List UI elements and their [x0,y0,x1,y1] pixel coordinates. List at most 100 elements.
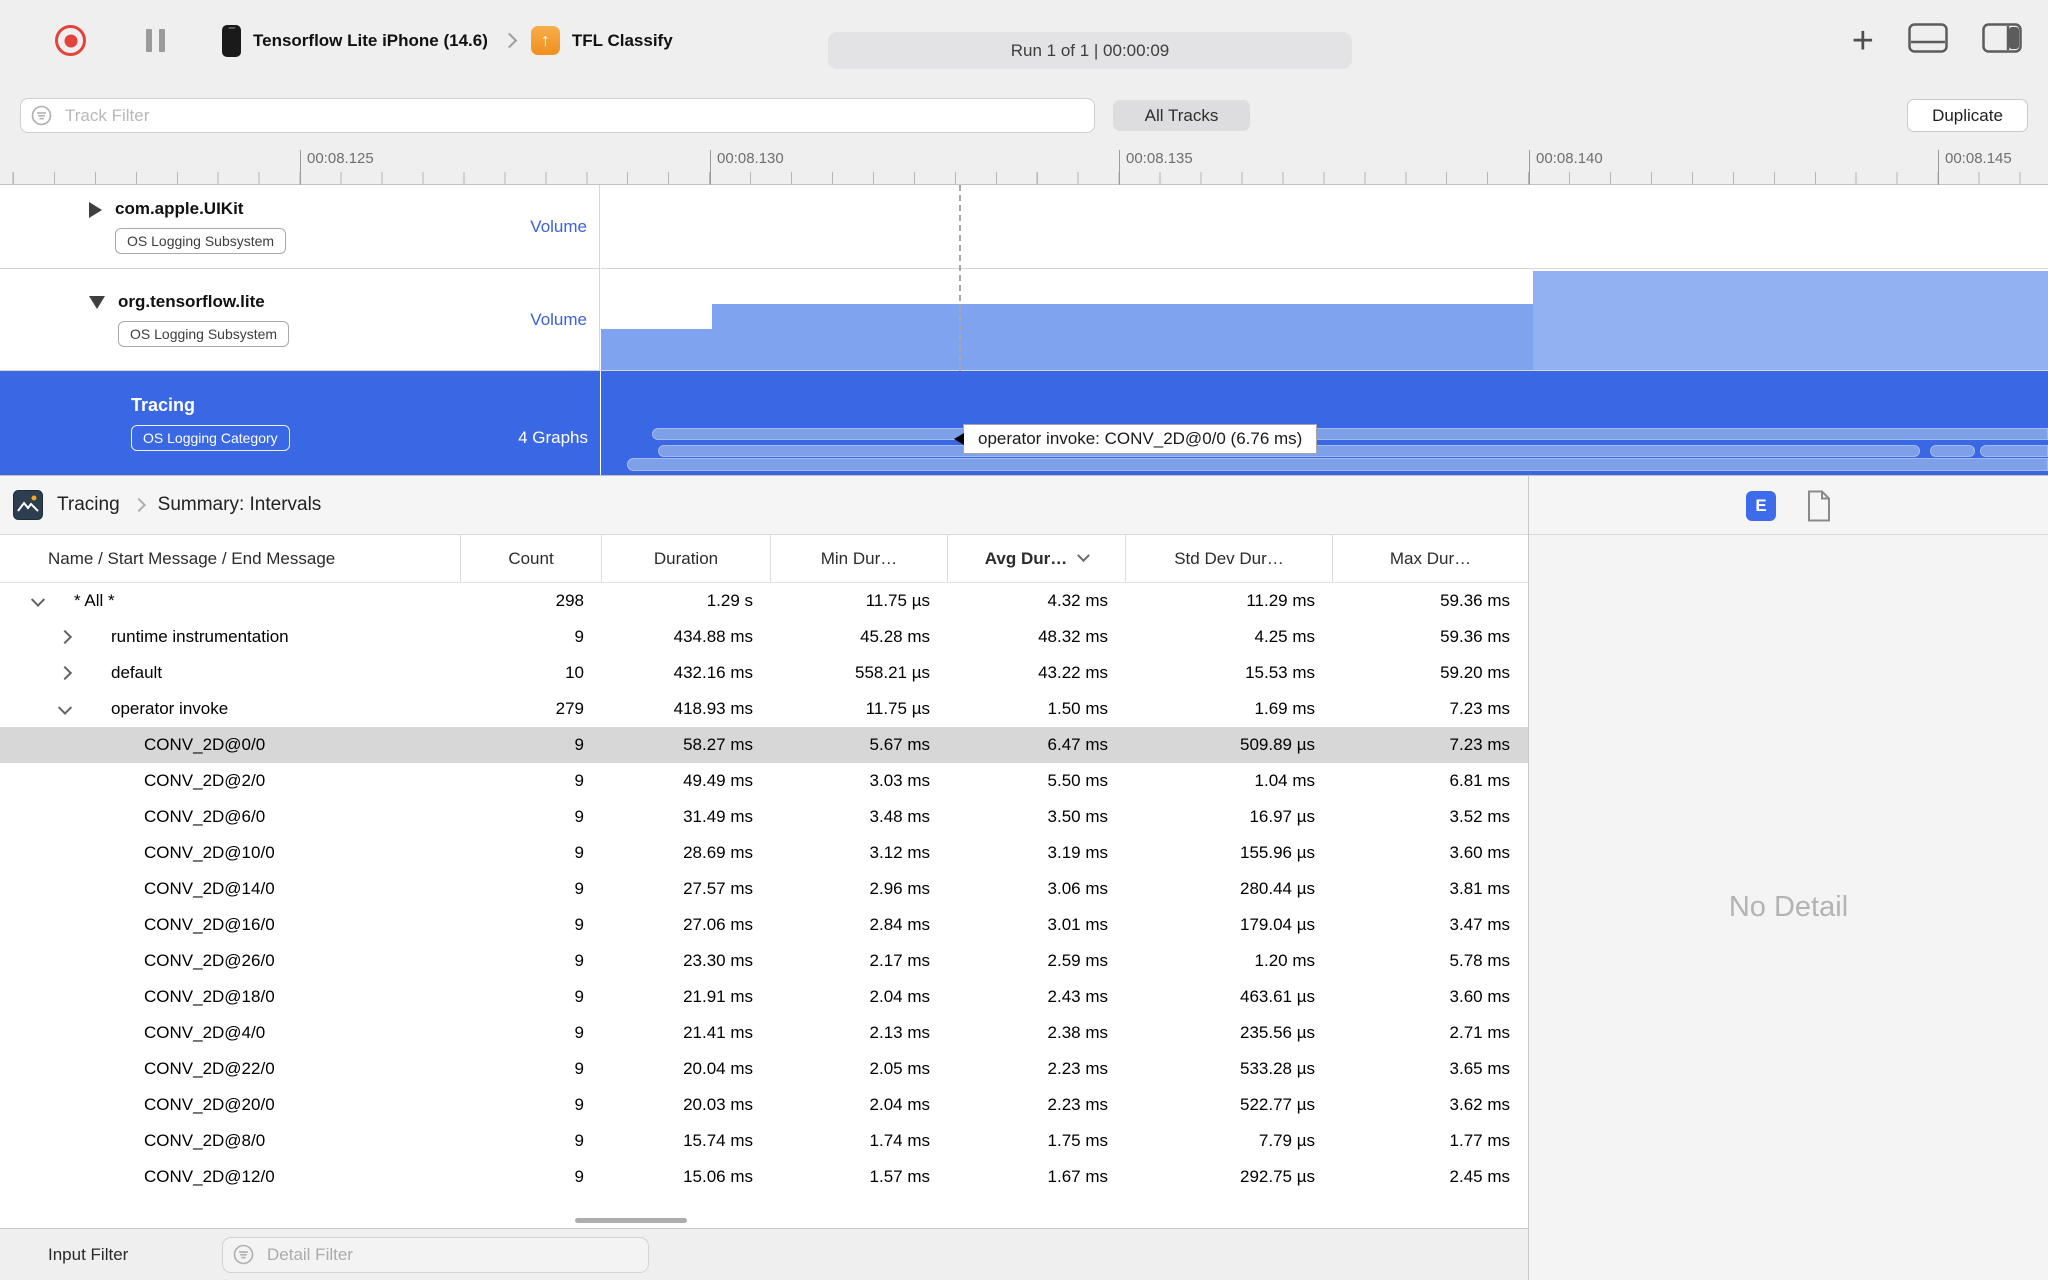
duplicate-button[interactable]: Duplicate [1907,99,2028,132]
row-count-cell: 9 [574,1059,584,1078]
disclosure-open-icon[interactable] [30,592,46,607]
breadcrumb-leaf[interactable]: Summary: Intervals [158,494,322,516]
row-min-cell: 558.21 µs [854,663,930,682]
ruler-label: 00:08.130 [710,150,784,185]
interval-bar[interactable] [627,458,2048,471]
pause-icon [159,29,165,52]
row-count-cell: 9 [574,915,584,934]
column-header-count[interactable]: Count [461,535,602,582]
table-row[interactable]: CONV_2D@20/0 9 20.03 ms 2.04 ms 2.23 ms 522.7… [0,1087,1528,1123]
track-header[interactable]: Tracing OS Logging Category 4 Graphs [0,371,600,475]
document-button[interactable] [1806,490,1832,527]
row-avg-cell: 2.23 ms [1047,1095,1108,1114]
volume-bar [601,329,712,370]
column-header-min-dur[interactable]: Min Dur… [771,535,948,582]
table-row[interactable]: CONV_2D@14/0 9 27.57 ms 2.96 ms 3.06 ms 280.4… [0,871,1528,907]
track-meta-label: Volume [530,216,587,236]
table-row[interactable]: CONV_2D@26/0 9 23.30 ms 2.17 ms 2.59 ms 1.20 … [0,943,1528,979]
toolbar: Tensorflow Lite iPhone (14.6) ↑ TFL Clas… [0,0,2048,81]
disclosure-open-icon[interactable] [57,700,73,715]
document-icon [1808,490,1830,522]
disclosure-closed-icon[interactable] [57,665,73,681]
track-com-apple-uikit[interactable]: com.apple.UIKit OS Logging Subsystem Vol… [0,185,2048,269]
track-name: org.tensorflow.lite [118,292,265,311]
column-header-duration[interactable]: Duration [602,535,771,582]
toggle-right-pane-button[interactable] [1982,23,2022,58]
table-row[interactable]: CONV_2D@8/0 9 15.74 ms 1.74 ms 1.75 ms 7.79 µ… [0,1123,1528,1159]
table-row[interactable]: CONV_2D@12/0 9 15.06 ms 1.57 ms 1.67 ms 292.7… [0,1159,1528,1195]
table-row[interactable]: runtime instrumentation 9 434.88 ms 45.28 m… [0,619,1528,655]
track-org-tensorflow-lite[interactable]: org.tensorflow.lite OS Logging Subsystem… [0,269,2048,371]
add-instrument-button[interactable]: + [1852,22,1874,60]
all-tracks-button[interactable]: All Tracks [1113,100,1250,131]
track-filter-input[interactable] [20,98,1095,133]
row-std-cell: 533.28 µs [1239,1059,1315,1078]
ruler-label: 00:08.125 [300,150,374,185]
interval-bar[interactable] [1930,445,1975,457]
track-tracing-selected[interactable]: Tracing OS Logging Category 4 Graphs ope… [0,371,2048,475]
breadcrumb-root[interactable]: Tracing [57,494,120,516]
row-name-cell: CONV_2D@2/0 [144,771,266,790]
disclosure-closed-icon[interactable] [57,629,73,645]
interval-bar[interactable] [1980,445,2048,457]
table-row[interactable]: CONV_2D@4/0 9 21.41 ms 2.13 ms 2.38 ms 235.56… [0,1015,1528,1051]
row-min-cell: 2.05 ms [869,1059,930,1078]
track-header[interactable]: org.tensorflow.lite OS Logging Subsystem… [0,269,600,371]
pause-button[interactable] [146,29,165,52]
pause-icon [146,29,152,52]
row-duration-cell: 23.30 ms [683,951,753,970]
table-row[interactable]: default 10 432.16 ms 558.21 µs 43.22 ms 15.53… [0,655,1528,691]
row-count-cell: 9 [574,627,584,646]
volume-chart[interactable] [601,269,2048,371]
row-avg-cell: 4.32 ms [1047,591,1108,610]
column-header-name[interactable]: Name / Start Message / End Message [0,535,461,582]
row-avg-cell: 1.67 ms [1047,1167,1108,1186]
row-min-cell: 2.96 ms [869,879,930,898]
track-lane-empty[interactable] [601,185,2048,269]
interval-bar[interactable] [652,428,2048,440]
row-count-cell: 298 [555,591,584,610]
target-name[interactable]: TFL Classify [572,31,673,51]
row-avg-cell: 3.06 ms [1047,879,1108,898]
column-header-std-dev-dur[interactable]: Std Dev Dur… [1126,535,1333,582]
column-header-avg-dur[interactable]: Avg Dur… [948,535,1126,582]
horizontal-scrollbar-thumb[interactable] [575,1218,687,1223]
table-row[interactable]: CONV_2D@2/0 9 49.49 ms 3.03 ms 5.50 ms 1.04 m… [0,763,1528,799]
device-name[interactable]: Tensorflow Lite iPhone (14.6) [253,31,488,51]
target-selector[interactable]: Tensorflow Lite iPhone (14.6) ↑ TFL Clas… [222,0,673,81]
row-std-cell: 522.77 µs [1239,1095,1315,1114]
row-std-cell: 15.53 ms [1245,663,1315,682]
table-row[interactable]: CONV_2D@6/0 9 31.49 ms 3.48 ms 3.50 ms 16.97 … [0,799,1528,835]
tracing-intervals-lane[interactable]: operator invoke: CONV_2D@0/0 (6.76 ms) [601,371,2048,475]
toolbar-right-buttons: + [1852,0,2048,81]
toggle-bottom-pane-button[interactable] [1908,23,1948,58]
record-button[interactable] [55,25,86,56]
track-header[interactable]: com.apple.UIKit OS Logging Subsystem Vol… [0,185,600,269]
table-row[interactable]: CONV_2D@18/0 9 21.91 ms 2.04 ms 2.43 ms 463.6… [0,979,1528,1015]
row-max-cell: 3.60 ms [1449,843,1510,862]
table-row[interactable]: CONV_2D@16/0 9 27.06 ms 2.84 ms 3.01 ms 179.0… [0,907,1528,943]
row-name-cell: CONV_2D@18/0 [144,987,275,1006]
chevron-right-icon [131,497,146,513]
table-row[interactable]: CONV_2D@0/0 9 58.27 ms 5.67 ms 6.47 ms 509.89… [0,727,1528,763]
chevron-right-icon [501,32,518,49]
timeline-ruler[interactable]: 00:08.125 00:08.130 00:08.135 00:08.140 00:0… [0,144,2048,185]
pane-divider[interactable] [1528,475,1529,1280]
row-std-cell: 179.04 µs [1239,915,1315,934]
table-row[interactable]: * All * 298 1.29 s 11.75 µs 4.32 ms 11.29 ms 5… [0,583,1528,619]
table-row[interactable]: CONV_2D@10/0 9 28.69 ms 3.12 ms 3.19 ms 155.9… [0,835,1528,871]
row-duration-cell: 20.04 ms [683,1059,753,1078]
column-header-max-dur[interactable]: Max Dur… [1333,535,1528,582]
row-name-cell: CONV_2D@22/0 [144,1059,275,1078]
detail-filter-input[interactable] [222,1237,649,1273]
ruler-label: 00:08.140 [1529,150,1603,185]
table-row[interactable]: operator invoke 279 418.93 ms 11.75 µs 1.50 … [0,691,1528,727]
disclosure-open-icon[interactable] [89,296,105,309]
playhead-line[interactable] [959,185,961,371]
row-name-cell: CONV_2D@8/0 [144,1131,266,1150]
expanded-detail-button[interactable]: E [1746,491,1776,521]
row-std-cell: 1.20 ms [1254,951,1315,970]
table-row[interactable]: CONV_2D@22/0 9 20.04 ms 2.05 ms 2.23 ms 533.2… [0,1051,1528,1087]
row-count-cell: 9 [574,1131,584,1150]
disclosure-closed-icon[interactable] [89,202,102,218]
